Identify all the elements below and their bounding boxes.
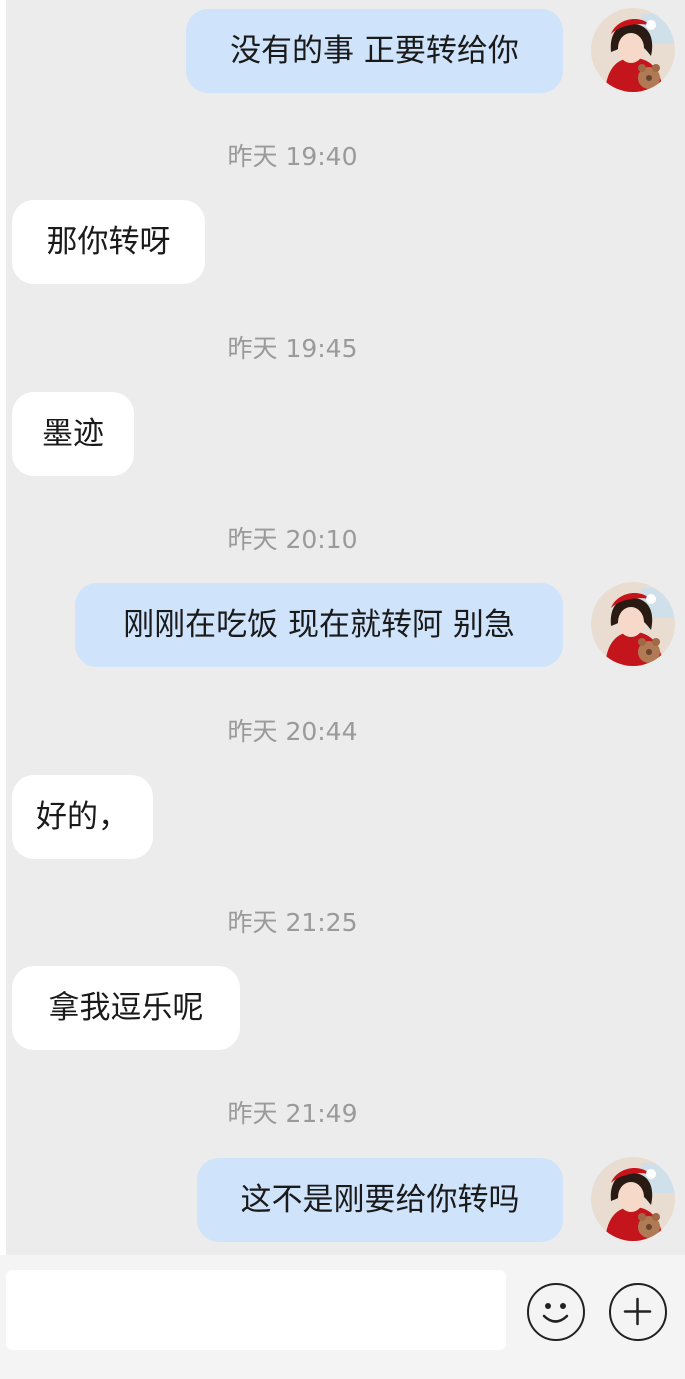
message-bubble-mine[interactable]: 没有的事 正要转给你 bbox=[186, 9, 563, 93]
more-button[interactable] bbox=[609, 1283, 667, 1341]
timestamp: 昨天 19:40 bbox=[227, 142, 358, 171]
input-bar bbox=[0, 1255, 685, 1379]
message-bubble-theirs[interactable]: 墨迹 bbox=[12, 392, 134, 476]
avatar[interactable] bbox=[591, 8, 675, 92]
message-bubble-mine[interactable]: 刚刚在吃饭 现在就转阿 别急 bbox=[75, 583, 563, 667]
plus-icon bbox=[623, 1297, 652, 1326]
message-bubble-theirs[interactable]: 拿我逗乐呢 bbox=[12, 966, 240, 1050]
timestamp: 昨天 21:49 bbox=[227, 1099, 358, 1128]
emoji-button[interactable] bbox=[527, 1283, 585, 1341]
avatar[interactable] bbox=[591, 582, 675, 666]
timestamp: 昨天 21:25 bbox=[227, 908, 358, 937]
message-bubble-theirs[interactable]: 好的， bbox=[12, 775, 153, 859]
smiley-face-icon bbox=[542, 1303, 569, 1323]
message-input[interactable] bbox=[6, 1270, 506, 1350]
timestamp: 昨天 19:45 bbox=[227, 334, 358, 363]
timestamp: 昨天 20:44 bbox=[227, 717, 358, 746]
message-bubble-theirs[interactable]: 那你转呀 bbox=[12, 200, 205, 284]
avatar[interactable] bbox=[591, 1157, 675, 1241]
message-bubble-mine[interactable]: 这不是刚要给你转吗 bbox=[197, 1158, 563, 1242]
timestamp: 昨天 20:10 bbox=[227, 525, 358, 554]
chat-area[interactable]: 没有的事 正要转给你 昨天 19:40 那你转呀 昨天 19:45 墨迹 昨天 … bbox=[6, 0, 685, 1255]
